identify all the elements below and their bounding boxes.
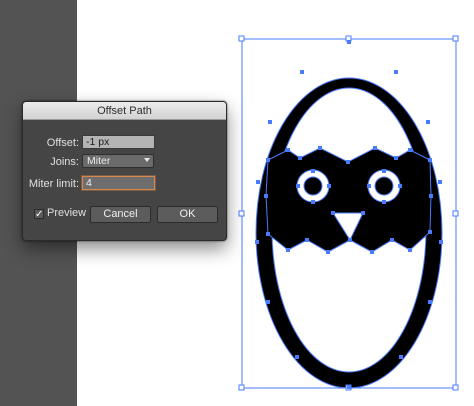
joins-label: Joins: — [50, 156, 79, 168]
dialog-titlebar[interactable]: Offset Path — [23, 102, 226, 120]
offset-input[interactable]: -1 px — [82, 135, 155, 149]
joins-select-value: Miter — [87, 155, 111, 167]
joins-select[interactable]: Miter — [82, 154, 154, 168]
handle-bottom-left — [238, 384, 245, 391]
handle-middle-left — [238, 210, 245, 217]
left-eye-pupil — [303, 176, 323, 196]
offset-label: Offset: — [46, 137, 79, 149]
ok-button[interactable]: OK — [157, 206, 218, 223]
chevron-down-icon — [144, 158, 150, 162]
preview-label[interactable]: Preview — [47, 207, 86, 219]
handle-bottom-right — [452, 384, 459, 391]
cancel-button[interactable]: Cancel — [90, 206, 151, 223]
dialog-title: Offset Path — [97, 105, 152, 117]
handle-top-right — [452, 35, 459, 42]
miter-limit-label: Miter limit: — [28, 178, 79, 190]
right-eye-pupil — [374, 176, 394, 196]
miter-limit-input[interactable]: 4 — [82, 176, 155, 190]
chick-in-egg-icon[interactable] — [255, 77, 443, 389]
offset-path-dialog: Offset Path Offset: -1 px Joins: Miter M… — [22, 101, 227, 241]
handle-top-left — [238, 35, 245, 42]
handle-middle-right — [452, 210, 459, 217]
preview-checkbox[interactable]: ✓ — [34, 209, 44, 220]
